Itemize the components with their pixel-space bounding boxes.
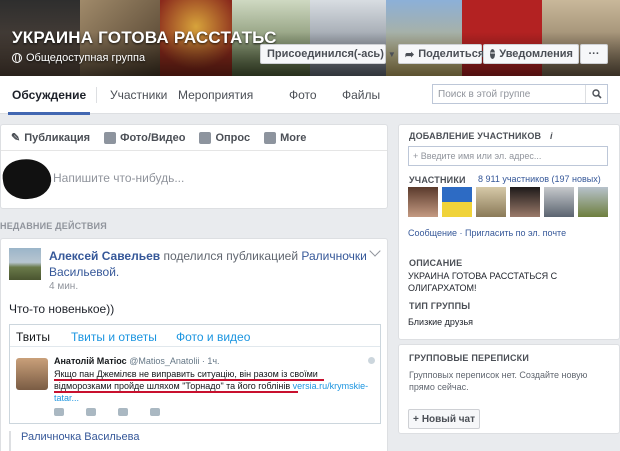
composer: ✎ Публикация Фото/Видео Опрос More Напиш… (0, 124, 388, 209)
more-icon[interactable] (150, 408, 160, 416)
new-chat-label: Новый чат (421, 413, 476, 425)
composer-more[interactable]: More (264, 131, 307, 144)
search-icon (591, 89, 602, 99)
composer-poll[interactable]: Опрос (199, 131, 251, 144)
chevron-down-icon: ▼ (387, 49, 396, 59)
avatar[interactable] (510, 187, 540, 217)
group-search[interactable]: Поиск в этой группе (432, 84, 608, 104)
more-button[interactable]: ··· (580, 44, 608, 64)
tweet-actions (54, 408, 160, 416)
red-underline (54, 379, 324, 381)
twitter-tab-media[interactable]: Фото и видео (176, 330, 250, 344)
post-action: поделился публикацией (163, 249, 299, 263)
poll-icon (199, 131, 212, 144)
group-chats-heading: ГРУППОВЫЕ ПЕРЕПИСКИ (409, 353, 530, 363)
shared-by: Раличночка Васильева (9, 431, 381, 451)
tweet-author-name: Анатолій Матіос (54, 356, 127, 366)
description-heading: ОПИСАНИЕ (409, 258, 463, 268)
red-underline (54, 391, 298, 393)
member-links[interactable]: Сообщение · Пригласить по эл. почте (408, 228, 566, 238)
avatar[interactable] (476, 187, 506, 217)
tab-photos[interactable]: Фото (289, 88, 317, 102)
add-members-field[interactable]: + Введите имя или эл. адрес... (408, 146, 608, 166)
twitter-tab-replies[interactable]: Твиты и ответы (71, 330, 157, 344)
post-timestamp[interactable]: 4 мин. (49, 281, 78, 292)
minus-circle-icon: − (490, 48, 496, 59)
globe-icon (12, 53, 22, 63)
plus-icon: + (412, 413, 419, 425)
group-privacy: Общедоступная группа (12, 52, 145, 64)
tab-events[interactable]: Мероприятия (178, 88, 253, 102)
chevron-down-icon[interactable] (369, 245, 381, 257)
group-cover: УКРАИНА ГОТОВА РАССТАТЬС Общедоступная г… (0, 0, 620, 76)
post-author[interactable]: Алексей Савельев (49, 249, 160, 263)
tweet-handle: @Matios_Anatolii · 1ч. (129, 356, 220, 366)
more-icon: ··· (588, 48, 600, 60)
post: Алексей Савельев поделился публикацией Р… (0, 238, 388, 451)
twitter-tabs: Твиты Твиты и ответы Фото и видео (10, 325, 380, 347)
member-avatars (408, 187, 608, 217)
group-description: УКРАИНА ГОТОВА РАССТАТЬСЯ С ОЛИГАРХАТОМ! (408, 271, 558, 293)
search-input[interactable]: Поиск в этой группе (438, 89, 530, 100)
grid-icon (264, 131, 277, 144)
recent-activity-label: НЕДАВНИЕ ДЕЙСТВИЯ (0, 221, 107, 231)
tweet-text: Якщо пан Джемілєв не виправить ситуацію,… (54, 368, 374, 404)
twitter-tab-tweets[interactable]: Твиты (16, 330, 50, 344)
post-header: Алексей Савельев поделился публикацией Р… (49, 248, 369, 280)
group-chats-text: Групповых переписок нет. Создайте новую … (409, 370, 588, 392)
composer-photo[interactable]: Фото/Видео (104, 131, 186, 144)
members-heading: УЧАСТНИКИ (409, 175, 466, 185)
tab-files[interactable]: Файлы (342, 88, 380, 102)
group-type-heading: ТИП ГРУППЫ (409, 301, 471, 311)
composer-photo-label: Фото/Видео (120, 131, 186, 144)
pencil-icon: ✎ (11, 132, 21, 144)
shared-author[interactable]: Раличночка Васильева (21, 431, 140, 443)
post-text: Что-то новенькое)) (9, 302, 115, 316)
avatar[interactable] (578, 187, 608, 217)
group-type: Близкие друзья (408, 317, 474, 327)
joined-label: Присоединился(-ась) (267, 48, 384, 60)
info-icon[interactable]: i (550, 131, 553, 141)
avatar[interactable] (16, 358, 48, 390)
share-button[interactable]: ➦ Поделиться (398, 44, 485, 64)
twitter-embed: Твиты Твиты и ответы Фото и видео Анатол… (9, 324, 381, 424)
avatar-redacted (0, 155, 54, 203)
retweet-icon[interactable] (86, 408, 96, 416)
avatar[interactable] (442, 187, 472, 217)
tab-divider (96, 87, 97, 103)
search-button[interactable] (585, 85, 607, 103)
tab-discussion[interactable]: Обсуждение (7, 88, 91, 115)
composer-input[interactable]: Напишите что-нибудь... (53, 171, 184, 185)
add-members-heading-text: ДОБАВЛЕНИЕ УЧАСТНИКОВ (409, 131, 542, 141)
composer-post-label: Публикация (24, 131, 91, 144)
add-members-heading: ДОБАВЛЕНИЕ УЧАСТНИКОВ i (409, 131, 553, 141)
composer-post[interactable]: ✎ Публикация (11, 131, 91, 145)
avatar[interactable] (408, 187, 438, 217)
composer-poll-label: Опрос (215, 131, 251, 144)
avatar[interactable] (544, 187, 574, 217)
composer-more-label: More (280, 131, 307, 144)
reply-icon[interactable] (54, 408, 64, 416)
group-title[interactable]: УКРАИНА ГОТОВА РАССТАТЬС (12, 28, 277, 48)
members-count[interactable]: 8 911 участников (197 новых) (478, 174, 601, 184)
share-icon: ➦ (405, 48, 415, 61)
notifications-label: Уведомления (499, 48, 573, 60)
twitter-logo-icon (368, 357, 375, 364)
share-label: Поделиться (418, 48, 485, 60)
composer-actions: ✎ Публикация Фото/Видео Опрос More (1, 125, 387, 151)
avatar[interactable] (9, 248, 41, 280)
photo-icon (104, 131, 117, 144)
notifications-button[interactable]: − Уведомления (483, 44, 579, 64)
joined-button[interactable]: Присоединился(-ась) ▼ (260, 44, 396, 64)
privacy-label: Общедоступная группа (26, 52, 146, 64)
tweet-author[interactable]: Анатолій Матіос @Matios_Anatolii · 1ч. (54, 356, 220, 366)
like-icon[interactable] (118, 408, 128, 416)
new-chat-button[interactable]: + Новый чат (408, 409, 480, 429)
tab-members[interactable]: Участники (110, 88, 167, 102)
